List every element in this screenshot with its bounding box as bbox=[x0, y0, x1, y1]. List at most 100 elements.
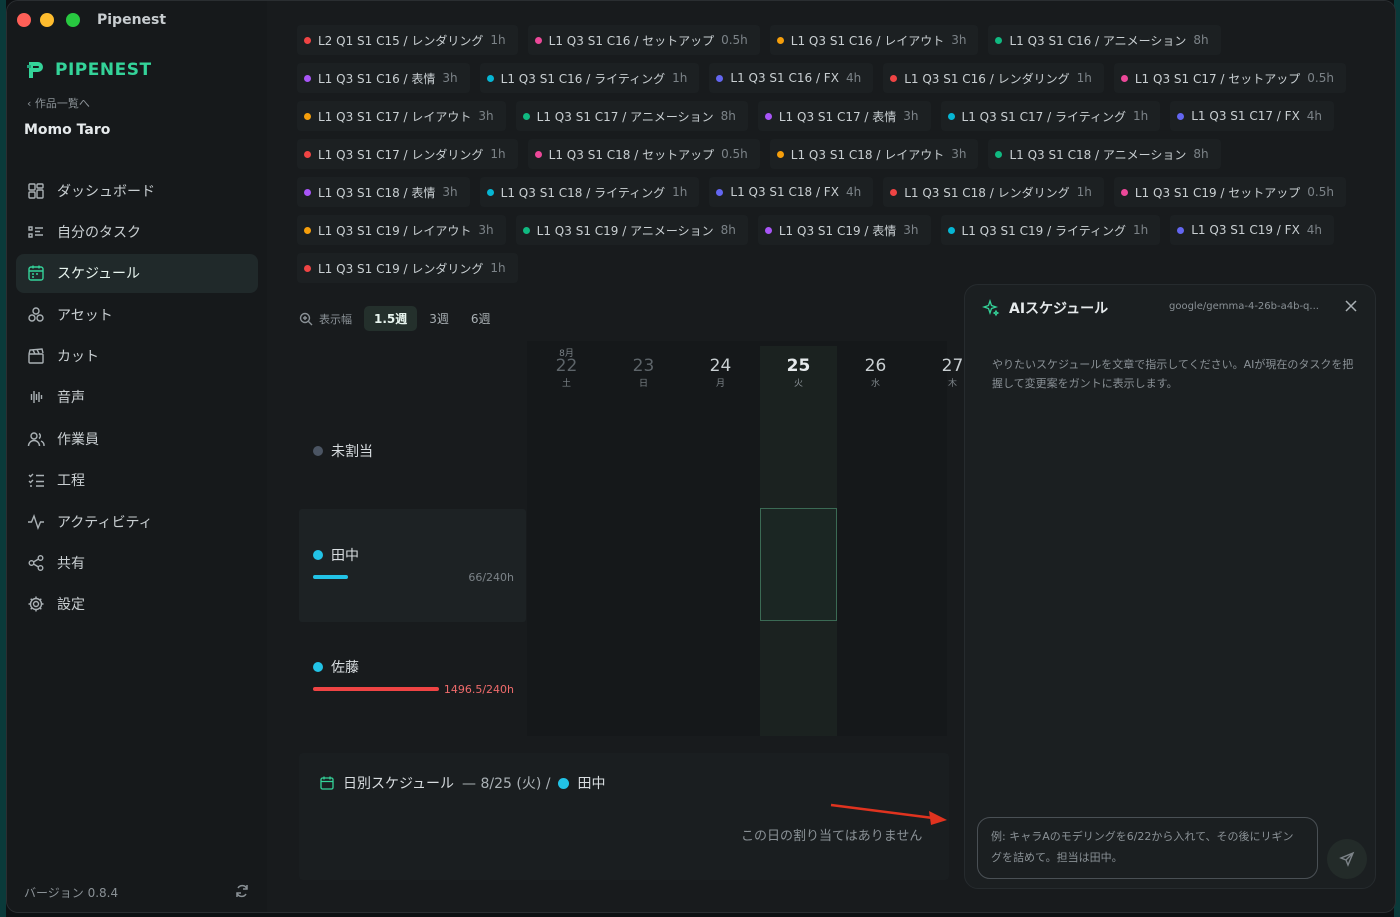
task-chip[interactable]: L1 Q3 S1 C16 / FX 4h bbox=[709, 63, 874, 93]
task-label: L1 Q3 S1 C17 / 表情 bbox=[778, 109, 897, 124]
weekday-label: 月 bbox=[715, 379, 725, 389]
status-dot bbox=[1120, 188, 1128, 196]
status-dot bbox=[304, 74, 311, 82]
send-icon bbox=[1339, 851, 1355, 867]
task-chip[interactable]: L1 Q3 S1 C17 / アニメーション 8h bbox=[515, 101, 748, 131]
task-chip[interactable]: L1 Q3 S1 C16 / ライティング 1h bbox=[479, 63, 700, 93]
date-column-header[interactable]: 26 水 bbox=[837, 346, 914, 389]
minimize-window-button[interactable] bbox=[40, 13, 54, 27]
status-dot bbox=[947, 226, 955, 234]
pipenest-logo-icon bbox=[27, 62, 43, 78]
task-hours: 0.5h bbox=[1307, 71, 1334, 85]
send-button[interactable] bbox=[1327, 839, 1367, 879]
ai-prompt-input[interactable] bbox=[977, 817, 1318, 879]
selected-cell[interactable] bbox=[760, 508, 837, 621]
maximize-window-button[interactable] bbox=[66, 13, 80, 27]
month-label bbox=[682, 346, 759, 356]
task-chip[interactable]: L1 Q3 S1 C19 / 表情 3h bbox=[757, 215, 931, 245]
task-hours: 8h bbox=[1193, 147, 1209, 161]
task-chip[interactable]: L1 Q3 S1 C17 / レンダリング 1h bbox=[297, 139, 518, 169]
task-chip[interactable]: L1 Q3 S1 C18 / レンダリング 1h bbox=[883, 177, 1104, 207]
status-dot bbox=[534, 36, 542, 44]
task-chip[interactable]: L1 Q3 S1 C16 / セットアップ 0.5h bbox=[527, 25, 760, 55]
task-chip[interactable]: L1 Q3 S1 C19 / レイアウト 3h bbox=[297, 215, 506, 245]
weekday-label: 水 bbox=[870, 379, 880, 389]
task-chip[interactable]: L1 Q3 S1 C17 / ライティング 1h bbox=[940, 101, 1161, 131]
status-dot bbox=[522, 112, 530, 120]
sidebar-item-6[interactable]: 作業員 bbox=[16, 419, 258, 458]
row-tanaka[interactable]: 田中 66/240h bbox=[299, 509, 526, 622]
task-chip[interactable]: L1 Q3 S1 C18 / アニメーション 8h bbox=[988, 139, 1221, 169]
date-column-header[interactable]: 8月 22 土 bbox=[528, 346, 605, 389]
sidebar-item-8[interactable]: アクティビティ bbox=[16, 502, 258, 541]
task-chip[interactable]: L1 Q3 S1 C18 / レイアウト 3h bbox=[769, 139, 979, 169]
date-column-header[interactable]: 24 月 bbox=[682, 346, 759, 389]
task-chip[interactable]: L1 Q3 S1 C16 / アニメーション 8h bbox=[988, 25, 1221, 55]
sidebar-item-5[interactable]: 音声 bbox=[16, 378, 258, 417]
back-to-projects-link[interactable]: ‹ 作品一覧へ bbox=[27, 95, 90, 111]
task-chip[interactable]: L1 Q3 S1 C19 / アニメーション 8h bbox=[515, 215, 748, 245]
task-hours: 3h bbox=[903, 223, 919, 237]
day-number: 26 bbox=[864, 356, 887, 376]
task-hours: 4h bbox=[1306, 109, 1323, 123]
task-chip[interactable]: L1 Q3 S1 C19 / レンダリング 1h bbox=[297, 253, 518, 283]
day-schedule-title: 日別スケジュール bbox=[343, 776, 455, 792]
main-content: L2 Q1 S1 C15 / レンダリング 1h L1 Q3 S1 C16 / セッ… bbox=[267, 1, 1395, 912]
sidebar-item-10[interactable]: 設定 bbox=[16, 585, 258, 624]
zoom-option-2[interactable]: 6週 bbox=[461, 306, 501, 331]
task-chip[interactable]: L1 Q3 S1 C19 / FX 4h bbox=[1170, 215, 1335, 245]
workload-hours: 1496.5/240h bbox=[443, 683, 514, 696]
task-hours: 1h bbox=[490, 261, 506, 275]
sidebar-item-3[interactable]: アセット bbox=[16, 295, 258, 334]
status-dot bbox=[1177, 226, 1185, 234]
task-hours: 1h bbox=[1133, 109, 1149, 123]
task-hours: 4h bbox=[845, 185, 862, 199]
clapper-icon bbox=[28, 348, 44, 364]
sidebar-item-label: 共有 bbox=[57, 556, 85, 573]
task-chip[interactable]: L1 Q3 S1 C16 / 表情 3h bbox=[297, 63, 470, 93]
sidebar-item-2[interactable]: スケジュール bbox=[16, 253, 258, 293]
task-chip[interactable]: L1 Q3 S1 C17 / 表情 3h bbox=[757, 101, 931, 131]
task-chip[interactable]: L1 Q3 S1 C19 / セットアップ 0.5h bbox=[1113, 177, 1346, 207]
task-chip[interactable]: L1 Q3 S1 C16 / レイアウト 3h bbox=[769, 25, 979, 55]
zoom-option-1[interactable]: 3週 bbox=[419, 306, 459, 331]
close-icon[interactable] bbox=[1343, 298, 1359, 314]
refresh-icon[interactable] bbox=[234, 883, 250, 899]
sidebar-item-label: 設定 bbox=[57, 597, 85, 614]
sidebar-item-1[interactable]: 自分のタスク bbox=[16, 212, 258, 251]
task-chip-list: L2 Q1 S1 C15 / レンダリング 1h L1 Q3 S1 C16 / セッ… bbox=[297, 25, 1377, 291]
calendar-icon bbox=[28, 265, 44, 281]
task-label: L1 Q3 S1 C19 / FX bbox=[1191, 223, 1300, 237]
task-chip[interactable]: L1 Q3 S1 C18 / ライティング 1h bbox=[479, 177, 700, 207]
sidebar-item-9[interactable]: 共有 bbox=[16, 544, 258, 583]
row-sato[interactable]: 佐藤 1496.5/240h bbox=[299, 657, 526, 696]
audio-wave-icon bbox=[30, 391, 43, 404]
row-unassigned[interactable]: 未割当 bbox=[299, 441, 526, 461]
task-chip[interactable]: L1 Q3 S1 C17 / FX 4h bbox=[1170, 101, 1335, 131]
zoom-option-0[interactable]: 1.5週 bbox=[364, 306, 418, 331]
sidebar-item-0[interactable]: ダッシュボード bbox=[16, 171, 258, 210]
task-chip[interactable]: L1 Q3 S1 C17 / レイアウト 3h bbox=[297, 101, 506, 131]
sidebar-item-7[interactable]: 工程 bbox=[16, 461, 258, 500]
weekday-label: 日 bbox=[638, 379, 648, 389]
sidebar-item-4[interactable]: カット bbox=[16, 337, 258, 376]
sidebar-item-label: スケジュール bbox=[57, 266, 141, 283]
task-label: L2 Q1 S1 C15 / レンダリング bbox=[318, 33, 484, 48]
task-hours: 1h bbox=[490, 33, 506, 47]
task-chip[interactable]: L2 Q1 S1 C15 / レンダリング 1h bbox=[297, 25, 518, 55]
date-column-header[interactable]: 25 火 bbox=[760, 346, 837, 389]
ai-model-name[interactable]: google/gemma-4-26b-a4b-q... bbox=[1169, 301, 1334, 312]
task-chip[interactable]: L1 Q3 S1 C19 / ライティング 1h bbox=[940, 215, 1161, 245]
date-column-header[interactable]: 23 日 bbox=[605, 346, 682, 389]
task-chip[interactable]: L1 Q3 S1 C18 / セットアップ 0.5h bbox=[527, 139, 760, 169]
task-chip[interactable]: L1 Q3 S1 C16 / レンダリング 1h bbox=[883, 63, 1104, 93]
task-chip[interactable]: L1 Q3 S1 C18 / FX 4h bbox=[709, 177, 874, 207]
close-window-button[interactable] bbox=[17, 13, 31, 27]
status-dot bbox=[1177, 112, 1185, 120]
task-chip[interactable]: L1 Q3 S1 C17 / セットアップ 0.5h bbox=[1113, 63, 1346, 93]
status-dot bbox=[304, 226, 311, 234]
status-dot bbox=[764, 112, 772, 120]
task-hours: 1h bbox=[1076, 185, 1092, 199]
logo[interactable]: PIPENEST bbox=[25, 59, 152, 81]
task-chip[interactable]: L1 Q3 S1 C18 / 表情 3h bbox=[297, 177, 470, 207]
